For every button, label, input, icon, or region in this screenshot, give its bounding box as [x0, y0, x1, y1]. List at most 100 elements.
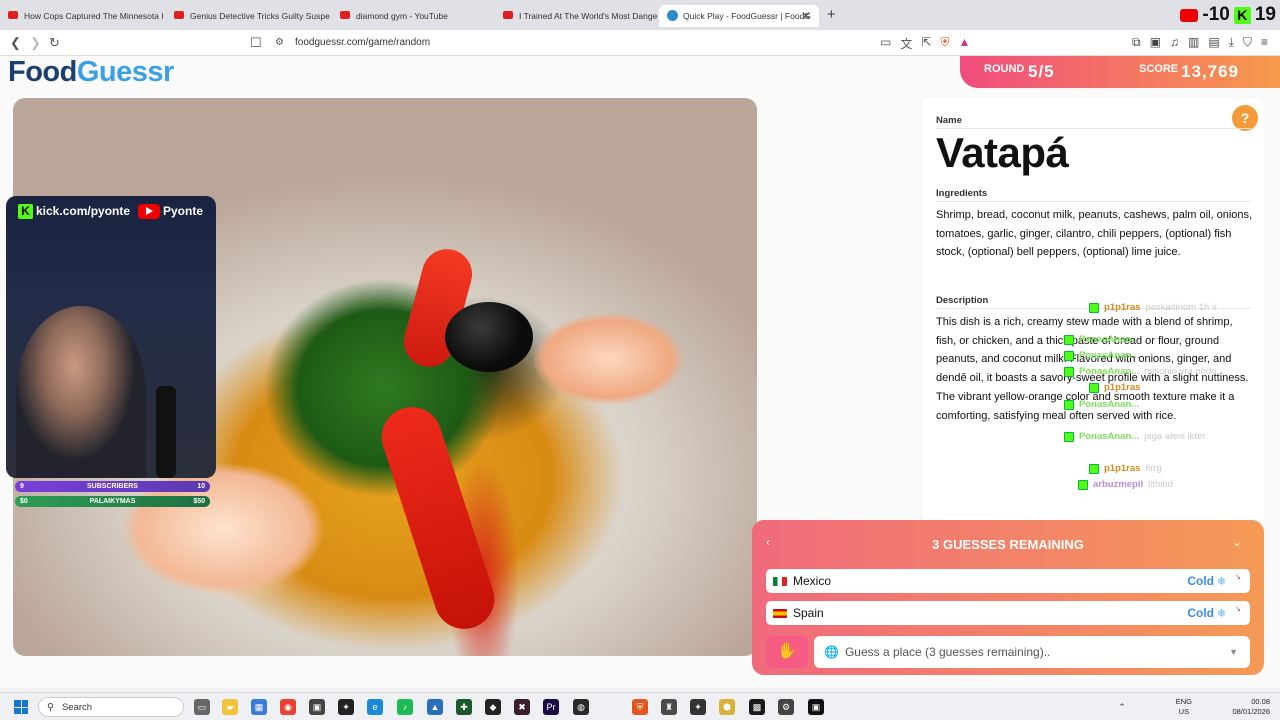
browser-tab-bar: How Cops Captured The Minnesota I Genius…	[0, 0, 1280, 30]
chevron-down-icon[interactable]: ⌄	[1232, 535, 1242, 549]
taskbar-search[interactable]: ⚲ Search	[38, 697, 184, 717]
menu-icon[interactable]: ≡	[1261, 35, 1268, 50]
app-icon[interactable]: ▣	[808, 699, 824, 715]
brave-icon[interactable]: ⛨	[632, 699, 648, 715]
chrome-icon[interactable]: ◉	[280, 699, 296, 715]
kick-handle: Kkick.com/pyonte	[18, 203, 130, 219]
snowflake-icon: ❄	[1216, 575, 1226, 588]
brave-rewards-icon[interactable]: ▲	[958, 35, 970, 52]
app-icon[interactable]: ◆	[485, 699, 501, 715]
spain-flag-icon	[773, 608, 787, 618]
guess-panel: ‹ 3 GUESSES REMAINING ⌄ Mexico Cold ❄ ↘ …	[752, 520, 1264, 675]
edge-icon[interactable]: e	[367, 699, 383, 715]
youtube-handle: Pyonte	[138, 203, 203, 219]
back-icon[interactable]: ❮	[10, 35, 21, 51]
windows-taskbar: ⚲ Search ▭ ▰ ▦ ◉ ▣ ✦ e ♪ ▲ ✚ ◆ ✖ Pr ◍ ⛨ ♜…	[0, 692, 1280, 720]
kick-icon: K	[18, 203, 33, 219]
app-icon[interactable]: ✚	[456, 699, 472, 715]
name-label: Name	[936, 115, 962, 126]
youtube-icon	[1180, 8, 1199, 22]
subscriber-goal-bar: 9 SUBSCRIBERS 10	[15, 481, 210, 492]
bookmark-icon[interactable]: ☐	[250, 35, 262, 51]
round-value: 5/5	[1028, 62, 1055, 81]
score-value: 13,769	[1181, 62, 1239, 81]
language-indicator[interactable]: ENG US	[1176, 697, 1192, 717]
tab-youtube-2[interactable]: Genius Detective Tricks Guilty Suspe	[166, 5, 331, 27]
round-score-bar: ROUND 5/5 SCORE 13,769	[960, 56, 1280, 88]
app-icon[interactable]: ◍	[573, 699, 589, 715]
clock[interactable]: 00.08 08/01/2026	[1232, 697, 1270, 717]
chat-message: PonasAnan...	[1064, 350, 1144, 361]
snowflake-icon: ❄	[1216, 607, 1226, 620]
globe-icon: 🌐	[824, 645, 839, 659]
app-icon[interactable]: ♜	[661, 699, 677, 715]
premiere-icon[interactable]: Pr	[543, 699, 559, 715]
chat-message: p1p1ras firrg	[1089, 463, 1162, 474]
windows-start-icon[interactable]	[14, 700, 28, 714]
search-icon: ⚲	[47, 701, 54, 713]
tab-youtube-4[interactable]: I Trained At The World's Most Dange	[495, 5, 657, 27]
score-label: SCORE	[1139, 63, 1179, 75]
app-icon[interactable]: ▩	[749, 699, 765, 715]
guess-row: Spain Cold ❄ ↘	[766, 601, 1250, 625]
share-icon[interactable]: ⇱	[921, 35, 931, 52]
kick-icon: K	[1233, 6, 1251, 24]
youtube-icon	[138, 203, 160, 219]
chat-message: p1p1ras	[1089, 382, 1145, 393]
viewer-counter: -10 K 19	[1180, 2, 1280, 28]
direction-arrow-icon: ↘	[1235, 574, 1241, 581]
app-icon[interactable]: ✖	[514, 699, 530, 715]
brave-shield-icon[interactable]: ⛨	[940, 35, 949, 52]
reload-icon[interactable]: ↻	[49, 35, 60, 51]
forward-icon[interactable]: ❯	[30, 35, 41, 51]
guess-input[interactable]: 🌐 Guess a place (3 guesses remaining).. …	[814, 636, 1250, 668]
extensions-icon[interactable]: ⧉	[1132, 35, 1141, 50]
tray-chevron-icon[interactable]: ⌃	[1114, 699, 1130, 715]
chat-message: PonasAnan... misonio yra obdo	[1064, 366, 1217, 377]
streamer-video	[16, 306, 146, 478]
dish-name: Vatapá	[936, 129, 1069, 176]
new-tab-button[interactable]: +	[827, 6, 836, 23]
app-icon[interactable]: ✦	[690, 699, 706, 715]
site-info-icon[interactable]: ⚙	[275, 37, 284, 48]
address-bar: ❮ ❯ ↻ ☐ ⚙ foodguessr.com/game/random ▭ 文…	[0, 30, 1280, 56]
app-icon[interactable]: ▣	[309, 699, 325, 715]
close-tab-icon[interactable]: ✕	[801, 9, 811, 23]
url-field[interactable]: foodguessr.com/game/random	[295, 37, 430, 48]
cast-icon[interactable]: ▭	[880, 35, 891, 52]
steam-icon[interactable]: ⚙	[778, 699, 794, 715]
browser-toolbar: ⧉ ▣ ♫ ▥ ▤ ⤓ ⛉ ≡	[1132, 35, 1268, 50]
wallet-icon[interactable]: ▤	[1208, 35, 1219, 50]
foodguessr-logo[interactable]: FoodGuessr	[8, 56, 174, 89]
store-icon[interactable]: ▦	[251, 699, 267, 715]
chat-message: PonasAnan... jaga ateis ikter	[1064, 431, 1205, 442]
chat-message: PonasAnan...	[1064, 334, 1144, 345]
direction-arrow-icon: ↘	[1235, 606, 1241, 613]
youtube-icon	[503, 11, 513, 19]
photos-icon[interactable]: ▲	[427, 699, 443, 715]
webcam-overlay: Kkick.com/pyonte Pyonte	[6, 196, 216, 478]
task-view-icon[interactable]: ▭	[194, 699, 210, 715]
spotify-icon[interactable]: ♪	[397, 699, 413, 715]
file-explorer-icon[interactable]: ▰	[222, 699, 238, 715]
tab-search-icon[interactable]: ▣	[1150, 35, 1161, 50]
tab-youtube-3[interactable]: diamond gym - YouTube	[332, 5, 497, 27]
tab-foodguessr[interactable]: Quick Play - FoodGuessr | FoodG ✕	[659, 5, 819, 27]
guess-row: Mexico Cold ❄ ↘	[766, 569, 1250, 593]
chevron-down-icon[interactable]: ▼	[1229, 647, 1238, 657]
hand-icon-button[interactable]: ✋	[766, 636, 808, 668]
app-icon[interactable]: ⬢	[719, 699, 735, 715]
url-actions: ▭ 文 ⇱ ⛨ ▲	[880, 35, 970, 52]
mexico-flag-icon	[773, 576, 787, 586]
globe-icon	[667, 10, 678, 21]
youtube-icon	[340, 11, 350, 19]
music-icon[interactable]: ♫	[1170, 35, 1179, 50]
translate-icon[interactable]: 文	[900, 35, 912, 52]
microphone	[156, 386, 176, 478]
tab-youtube-1[interactable]: How Cops Captured The Minnesota I	[0, 5, 165, 27]
donation-goal-bar: $0 PALAIKYMAS $50	[15, 496, 210, 507]
app-icon[interactable]: ✦	[338, 699, 354, 715]
download-icon[interactable]: ⤓	[1229, 35, 1234, 50]
sidebar-icon[interactable]: ▥	[1188, 35, 1199, 50]
vpn-icon[interactable]: ⛉	[1243, 35, 1252, 50]
